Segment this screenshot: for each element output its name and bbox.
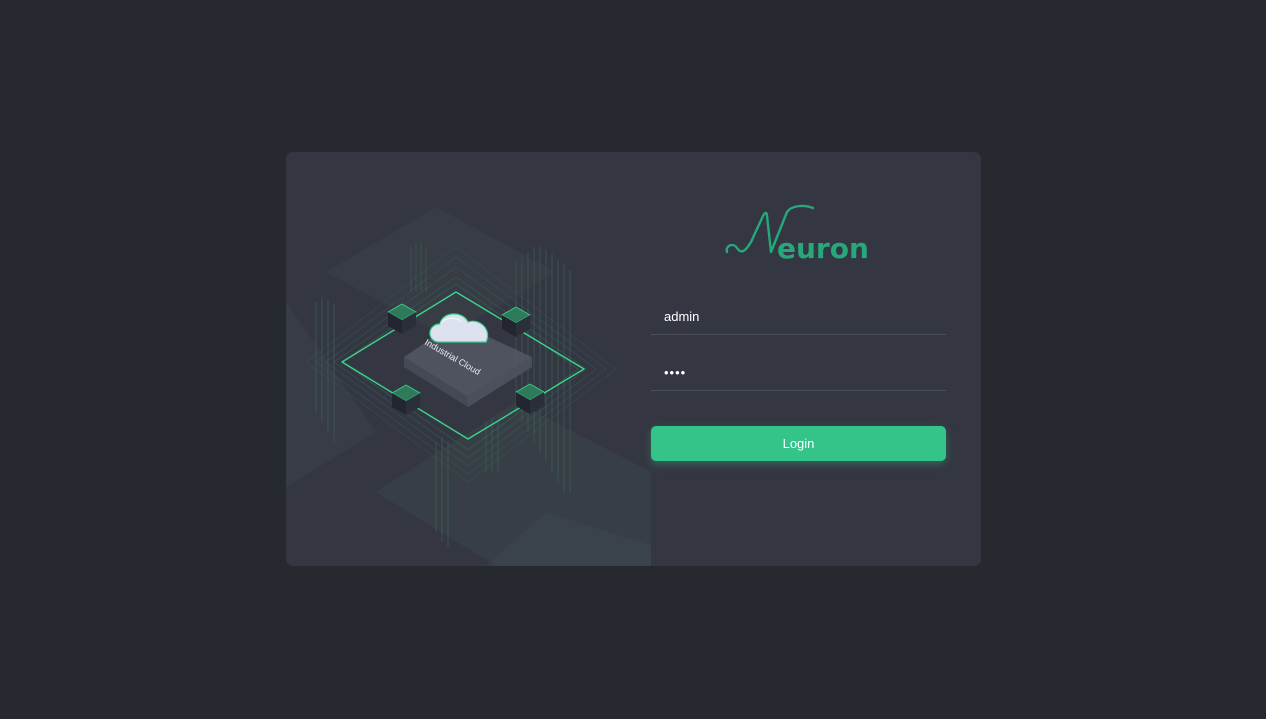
password-input[interactable]: [651, 355, 946, 390]
login-button[interactable]: Login: [651, 426, 946, 461]
login-card: Industrial Cloud euron admin •••• Login: [286, 152, 981, 566]
neuron-logo: euron: [723, 202, 873, 266]
login-form: euron Login: [651, 152, 981, 566]
logo-text: euron: [777, 232, 869, 265]
username-field[interactable]: [651, 299, 946, 335]
password-field[interactable]: [651, 355, 946, 391]
industrial-cloud-illustration: Industrial Cloud: [286, 152, 651, 566]
username-input[interactable]: [651, 299, 946, 334]
